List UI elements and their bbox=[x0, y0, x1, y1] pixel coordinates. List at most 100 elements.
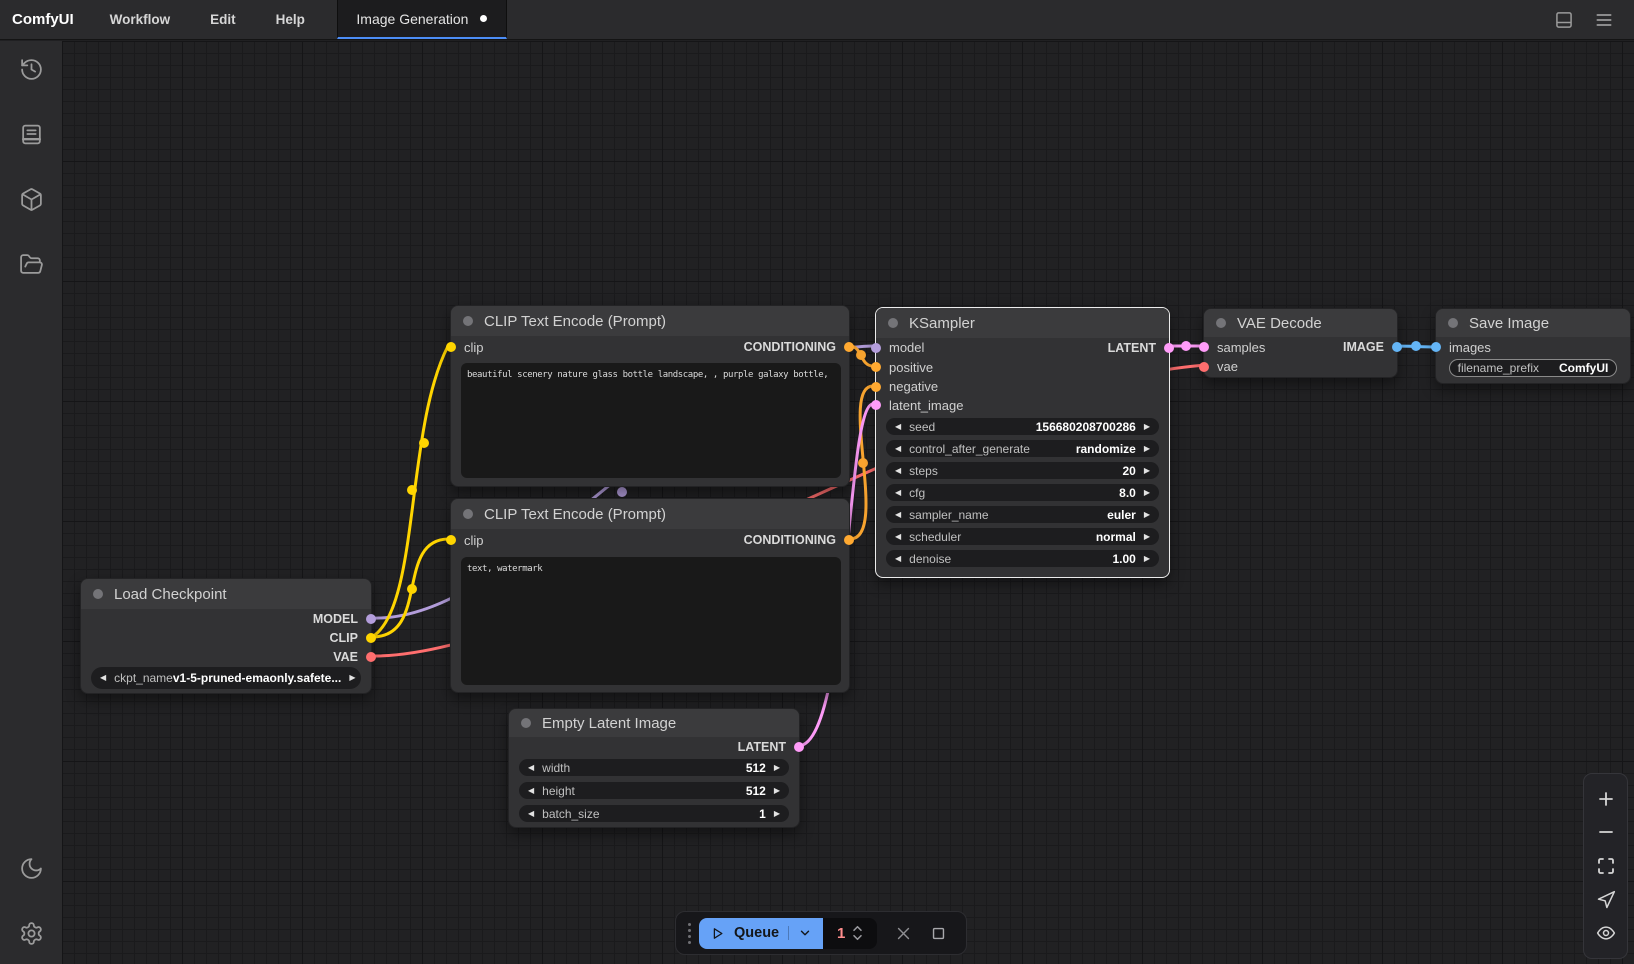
node-ksampler[interactable]: KSampler model LATENT positive negative … bbox=[875, 307, 1170, 578]
decrement-arrow-icon[interactable]: ◀ bbox=[895, 511, 901, 519]
decrement-arrow-icon[interactable]: ◀ bbox=[895, 555, 901, 563]
increment-arrow-icon[interactable]: ▶ bbox=[1144, 533, 1150, 541]
decrement-arrow-icon[interactable]: ◀ bbox=[895, 467, 901, 475]
theme-moon-icon[interactable] bbox=[19, 856, 44, 881]
increment-arrow-icon[interactable]: ▶ bbox=[1144, 555, 1150, 563]
increment-arrow-icon[interactable]: ▶ bbox=[1144, 445, 1150, 453]
queue-button[interactable]: Queue bbox=[699, 918, 823, 949]
widget-seed[interactable]: ◀ seed 156680208700286 ▶ bbox=[886, 418, 1159, 435]
input-slot-clip[interactable] bbox=[446, 535, 456, 545]
node-title-bar[interactable]: Empty Latent Image bbox=[509, 709, 799, 737]
collapse-dot[interactable] bbox=[463, 316, 473, 326]
output-slot-latent[interactable] bbox=[794, 742, 804, 752]
decrement-arrow-icon[interactable]: ◀ bbox=[895, 445, 901, 453]
stepper-arrows[interactable] bbox=[852, 925, 863, 941]
collapse-dot[interactable] bbox=[1448, 318, 1458, 328]
input-slot-negative[interactable] bbox=[871, 382, 881, 392]
workflow-tab[interactable]: Image Generation bbox=[337, 0, 507, 39]
decrement-arrow-icon[interactable]: ◀ bbox=[528, 764, 534, 772]
node-title-bar[interactable]: Load Checkpoint bbox=[81, 579, 371, 609]
widget-height[interactable]: ◀ height 512 ▶ bbox=[519, 782, 789, 799]
output-slot-image[interactable] bbox=[1392, 342, 1402, 352]
zoom-out-icon[interactable] bbox=[1596, 822, 1616, 842]
collapse-dot[interactable] bbox=[93, 589, 103, 599]
input-slot-latent-image[interactable] bbox=[871, 400, 881, 410]
prompt-text-positive[interactable]: beautiful scenery nature glass bottle la… bbox=[461, 363, 841, 478]
node-empty-latent-image[interactable]: Empty Latent Image LATENT ◀ width 512 ▶ … bbox=[508, 708, 800, 828]
collapse-dot[interactable] bbox=[888, 318, 898, 328]
fit-view-icon[interactable] bbox=[1596, 856, 1616, 876]
increment-arrow-icon[interactable]: ▶ bbox=[349, 674, 355, 682]
menu-edit[interactable]: Edit bbox=[190, 0, 256, 39]
node-title-bar[interactable]: VAE Decode bbox=[1204, 309, 1397, 337]
drag-handle-icon[interactable] bbox=[686, 923, 692, 944]
decrement-arrow-icon[interactable]: ◀ bbox=[895, 533, 901, 541]
decrement-arrow-icon[interactable]: ◀ bbox=[100, 674, 106, 682]
queue-options-chevron-icon[interactable] bbox=[788, 926, 812, 940]
history-icon[interactable] bbox=[19, 57, 44, 82]
stop-square-icon[interactable] bbox=[930, 925, 947, 942]
settings-gear-icon[interactable] bbox=[19, 921, 44, 946]
increment-arrow-icon[interactable]: ▶ bbox=[1144, 489, 1150, 497]
output-label-image: IMAGE bbox=[1343, 340, 1384, 354]
increment-arrow-icon[interactable]: ▶ bbox=[1144, 467, 1150, 475]
output-slot-model[interactable] bbox=[366, 614, 376, 624]
menu-workflow[interactable]: Workflow bbox=[90, 0, 191, 39]
node-clip-text-encode-positive[interactable]: CLIP Text Encode (Prompt) clip CONDITION… bbox=[450, 305, 850, 487]
workflows-folder-icon[interactable] bbox=[19, 252, 44, 277]
input-slot-positive[interactable] bbox=[871, 362, 881, 372]
top-menubar: ComfyUI Workflow Edit Help Image Generat… bbox=[0, 0, 1634, 40]
decrement-arrow-icon[interactable]: ◀ bbox=[528, 787, 534, 795]
increment-arrow-icon[interactable]: ▶ bbox=[1144, 511, 1150, 519]
menu-help[interactable]: Help bbox=[256, 0, 325, 39]
node-load-checkpoint[interactable]: Load Checkpoint MODEL CLIP VAE ◀ ckpt_na… bbox=[80, 578, 372, 694]
input-slot-clip[interactable] bbox=[446, 342, 456, 352]
output-slot-clip[interactable] bbox=[366, 633, 376, 643]
widget-control-after-generate[interactable]: ◀ control_after_generate randomize ▶ bbox=[886, 440, 1159, 457]
clear-queue-icon[interactable] bbox=[895, 925, 912, 942]
node-title-bar[interactable]: Save Image bbox=[1436, 309, 1630, 337]
increment-arrow-icon[interactable]: ▶ bbox=[774, 764, 780, 772]
node-title-bar[interactable]: KSampler bbox=[876, 308, 1169, 338]
widget-ckpt-name[interactable]: ◀ ckpt_name v1-5-pruned-emaonly.safete..… bbox=[91, 667, 361, 689]
input-slot-model[interactable] bbox=[871, 343, 881, 353]
increment-arrow-icon[interactable]: ▶ bbox=[1144, 423, 1150, 431]
widget-steps[interactable]: ◀ steps 20 ▶ bbox=[886, 462, 1159, 479]
widget-cfg[interactable]: ◀ cfg 8.0 ▶ bbox=[886, 484, 1159, 501]
pan-mode-icon[interactable] bbox=[1596, 890, 1616, 910]
model-library-icon[interactable] bbox=[19, 187, 44, 212]
widget-filename-prefix[interactable]: filename_prefix ComfyUI bbox=[1449, 359, 1617, 377]
output-slot-vae[interactable] bbox=[366, 652, 376, 662]
logs-icon[interactable] bbox=[19, 122, 44, 147]
node-vae-decode[interactable]: VAE Decode samples IMAGE vae bbox=[1203, 308, 1398, 378]
decrement-arrow-icon[interactable]: ◀ bbox=[528, 810, 534, 818]
toggle-visibility-eye-icon[interactable] bbox=[1596, 923, 1616, 943]
panel-bottom-icon[interactable] bbox=[1554, 10, 1574, 30]
output-slot-conditioning[interactable] bbox=[844, 535, 854, 545]
decrement-arrow-icon[interactable]: ◀ bbox=[895, 489, 901, 497]
prompt-text-negative[interactable]: text, watermark bbox=[461, 557, 841, 685]
input-slot-vae[interactable] bbox=[1199, 362, 1209, 372]
widget-width[interactable]: ◀ width 512 ▶ bbox=[519, 759, 789, 776]
widget-denoise[interactable]: ◀ denoise 1.00 ▶ bbox=[886, 550, 1159, 567]
batch-count-stepper[interactable]: 1 bbox=[823, 918, 877, 949]
node-title-bar[interactable]: CLIP Text Encode (Prompt) bbox=[451, 306, 849, 336]
decrement-arrow-icon[interactable]: ◀ bbox=[895, 423, 901, 431]
widget-scheduler[interactable]: ◀ scheduler normal ▶ bbox=[886, 528, 1159, 545]
collapse-dot[interactable] bbox=[521, 718, 531, 728]
widget-batch-size[interactable]: ◀ batch_size 1 ▶ bbox=[519, 805, 789, 822]
zoom-in-icon[interactable] bbox=[1596, 789, 1616, 809]
collapse-dot[interactable] bbox=[463, 509, 473, 519]
input-slot-images[interactable] bbox=[1431, 342, 1441, 352]
increment-arrow-icon[interactable]: ▶ bbox=[774, 787, 780, 795]
output-slot-latent[interactable] bbox=[1164, 343, 1174, 353]
node-save-image[interactable]: Save Image images filename_prefix ComfyU… bbox=[1435, 308, 1631, 384]
output-slot-conditioning[interactable] bbox=[844, 342, 854, 352]
input-slot-samples[interactable] bbox=[1199, 342, 1209, 352]
menu-icon[interactable] bbox=[1594, 10, 1614, 30]
node-clip-text-encode-negative[interactable]: CLIP Text Encode (Prompt) clip CONDITION… bbox=[450, 498, 850, 693]
widget-sampler-name[interactable]: ◀ sampler_name euler ▶ bbox=[886, 506, 1159, 523]
node-title-bar[interactable]: CLIP Text Encode (Prompt) bbox=[451, 499, 849, 529]
increment-arrow-icon[interactable]: ▶ bbox=[774, 810, 780, 818]
collapse-dot[interactable] bbox=[1216, 318, 1226, 328]
